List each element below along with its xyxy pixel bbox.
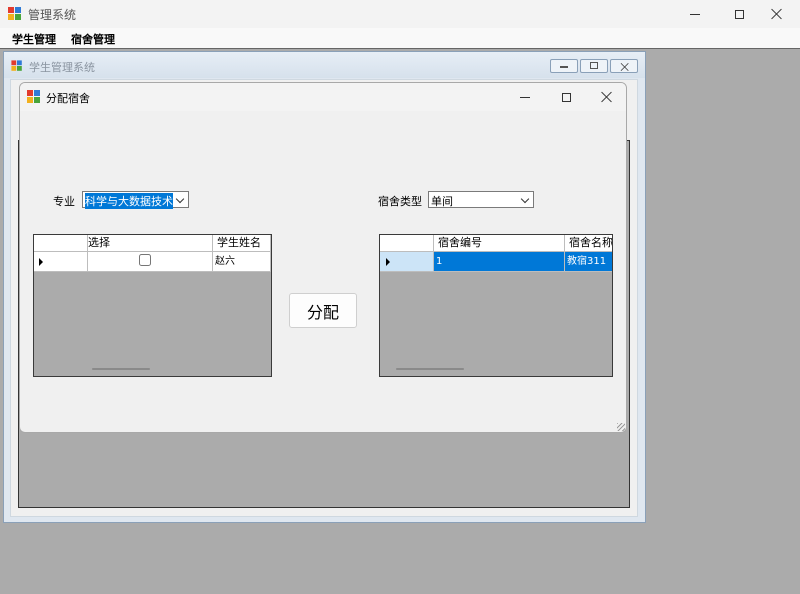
student-select-cell[interactable] [88,252,213,272]
dialog-title-bar[interactable]: 分配宿舍 [20,83,626,111]
table-row-header[interactable] [380,252,434,272]
student-grid-scrollbar[interactable] [92,368,150,370]
minimize-button[interactable] [672,0,718,28]
menu-bar: 学生管理 宿舍管理 [0,28,800,48]
menu-item-student-management[interactable]: 学生管理 [12,31,56,47]
main-window-title: 管理系统 [28,8,77,22]
assign-button[interactable]: 分配 [289,293,357,328]
major-combobox[interactable]: 科学与大数据技术 [82,191,189,209]
dorm-grid-header-name[interactable]: 宿舍名称 [565,235,612,252]
student-grid-corner [34,235,88,252]
dorm-type-label: 宿舍类型 [378,195,422,208]
dialog-icon [27,90,41,104]
maximize-icon [734,9,744,19]
dorm-grid-corner [380,235,434,252]
student-grid-header-select[interactable]: 选择 [88,235,213,252]
dorm-grid-header-id[interactable]: 宿舍编号 [434,235,565,252]
current-row-icon [386,258,390,266]
dorm-type-combobox-value: 单间 [431,195,453,208]
chevron-down-icon [520,194,530,204]
main-title-bar[interactable]: 管理系统 [0,0,800,28]
mdi-child-close-button[interactable] [610,59,638,73]
close-icon [601,91,613,103]
menu-item-dorm-management[interactable]: 宿舍管理 [71,31,115,47]
mdi-child-title-bar[interactable]: 学生管理系统 [4,52,645,78]
dorm-id-cell[interactable]: 1 [434,252,565,272]
app-icon [8,7,22,21]
student-select-checkbox[interactable] [139,254,151,266]
dorm-name-cell[interactable]: 教宿311 [565,252,612,272]
student-grid[interactable]: 选择 学生姓名 赵六 [33,234,272,377]
current-row-icon [39,258,43,266]
restore-icon [590,62,598,69]
minimize-icon [690,13,700,15]
minimize-icon [560,66,568,68]
assign-dorm-dialog: 分配宿舍 专业 科学与大数据技术 宿舍类型 单间 选择 学生姓名 赵六 分配 宿… [19,82,627,433]
major-combobox-value: 科学与大数据技术 [85,193,173,209]
student-grid-header-name[interactable]: 学生姓名 [213,235,271,252]
scrollbar-track [34,361,271,376]
dialog-title: 分配宿舍 [46,92,90,105]
dialog-maximize-button[interactable] [543,83,589,111]
assign-button-label: 分配 [306,302,339,322]
dialog-minimize-button[interactable] [502,83,548,111]
maximize-icon [561,92,571,102]
mdi-child-title: 学生管理系统 [29,61,95,74]
major-label: 专业 [53,195,75,208]
close-icon [771,8,783,20]
table-row-header[interactable] [34,252,88,272]
resize-grip[interactable] [617,423,625,431]
chevron-down-icon [175,194,185,204]
dorm-type-combobox[interactable]: 单间 [428,191,534,208]
student-name-cell[interactable]: 赵六 [213,252,271,272]
dorm-grid[interactable]: 宿舍编号 宿舍名称 1 教宿311 [379,234,613,377]
mdi-child-restore-button[interactable] [580,59,608,73]
dialog-close-button[interactable] [584,83,626,111]
mdi-child-minimize-button[interactable] [550,59,578,73]
close-button[interactable] [754,0,800,28]
close-icon [621,63,630,72]
minimize-icon [520,96,530,98]
mdi-child-icon [11,60,22,71]
dorm-grid-scrollbar[interactable] [396,368,464,370]
